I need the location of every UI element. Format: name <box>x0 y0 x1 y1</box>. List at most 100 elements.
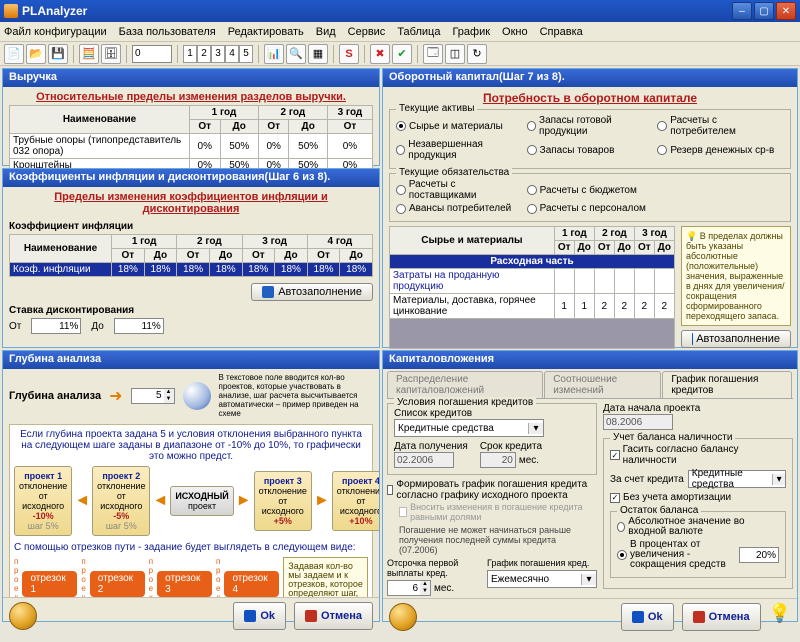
pct-input[interactable] <box>739 547 779 563</box>
project-box-current: ИСХОДНЫЙпроект <box>170 486 233 516</box>
tool-new[interactable]: 📄 <box>4 44 24 64</box>
tool-undo[interactable]: ✖ <box>370 44 390 64</box>
opt-supp[interactable]: Расчеты с поставщиками <box>396 179 523 201</box>
tool-db[interactable]: 🗄 <box>101 44 121 64</box>
pane-capital-title: Капиталовложения <box>383 351 797 369</box>
credit-select[interactable]: Кредитные средства <box>394 419 544 437</box>
help-icon[interactable]: 💡 <box>769 603 791 631</box>
tab-ratio[interactable]: Соотношение изменений <box>544 371 661 398</box>
cancel-button[interactable]: Отмена <box>294 602 373 630</box>
menubar: Файл конфигурации База пользователя Реда… <box>0 22 800 42</box>
wc-tip: 💡 В пределах должны быть указаны абсолют… <box>681 226 791 326</box>
opt-raw[interactable]: Сырье и материалы <box>396 115 523 137</box>
wc-autofill-button[interactable]: Автозаполнение <box>681 330 791 348</box>
app-icon <box>4 4 18 18</box>
tool-table[interactable]: ▦ <box>308 44 328 64</box>
menu-service[interactable]: Сервис <box>348 26 386 38</box>
close-button[interactable]: ✕ <box>776 2 796 20</box>
tool-chart[interactable]: 📊 <box>264 44 284 64</box>
tool-font[interactable]: S <box>339 44 359 64</box>
cap-ok-button[interactable]: Ok <box>621 603 674 631</box>
pane-depth-title: Глубина анализа <box>3 351 379 369</box>
chk-form-schedule[interactable]: Формировать график погашения кредита сог… <box>387 479 597 501</box>
pane-wc-title: Оборотный капитал(Шаг 7 из 8). <box>383 69 797 87</box>
menu-chart[interactable]: График <box>452 26 490 38</box>
tab-distribution[interactable]: Распределение капиталовложений <box>387 371 543 398</box>
maximize-button[interactable]: ▢ <box>754 2 774 20</box>
opt-wip[interactable]: Незавершенная продукция <box>396 139 523 161</box>
tool-page-numbers[interactable]: 12345 <box>183 45 253 63</box>
tool-cascade[interactable]: 🗔 <box>423 44 443 64</box>
opt-cash[interactable]: Резерв денежных ср-в <box>657 139 784 161</box>
opt-budget[interactable]: Расчеты с бюджетом <box>527 179 654 201</box>
account-select[interactable]: Кредитные средства <box>688 470 786 488</box>
tool-refresh[interactable]: ↻ <box>467 44 487 64</box>
table-row: Затраты на проданную продукцию <box>390 269 675 294</box>
opt-cust[interactable]: Расчеты с потребителем <box>657 115 784 137</box>
schedule-select[interactable]: Ежемесячно <box>487 570 597 588</box>
tool-open[interactable]: 📂 <box>26 44 46 64</box>
toolbar: 📄 📂 💾 🧮 🗄 0 12345 📊 🔍 ▦ S ✖ ✔ 🗔 ◫ ↻ <box>0 42 800 66</box>
check-icon <box>632 611 644 623</box>
menu-file[interactable]: Файл конфигурации <box>4 26 107 38</box>
arrow-icon: ➜ <box>109 386 122 406</box>
opt-ready[interactable]: Запасы готовой продукции <box>527 115 654 137</box>
menu-help[interactable]: Справка <box>540 26 583 38</box>
table-row: Коэф. инфляции 18%18% 18%18% 18%18% 18%1… <box>10 263 373 277</box>
pane-capital: Капиталовложения Распределение капиталов… <box>382 350 798 622</box>
menu-edit[interactable]: Редактировать <box>228 26 304 38</box>
tool-calc[interactable]: 🧮 <box>79 44 99 64</box>
chk-balance[interactable]: Гасить согласно балансу наличности <box>610 444 786 466</box>
ok-button[interactable]: Ok <box>233 602 286 630</box>
segment: отрезок 4 <box>224 571 279 597</box>
revenue-header: Относительные пределы изменения разделов… <box>9 91 373 103</box>
offset-input[interactable]: ▲▼ <box>387 580 431 596</box>
project-box: проект 4отклонениеот исходного+10% <box>332 471 379 531</box>
seg-note: С помощью отрезков пути - задание будет … <box>14 542 368 553</box>
autofill-icon <box>262 286 274 298</box>
tool-save[interactable]: 💾 <box>48 44 68 64</box>
inflation-grid[interactable]: Наименование 1 год2 год 3 год4 год ОтДо … <box>9 234 373 277</box>
coin-icon <box>389 603 417 631</box>
opt-abs[interactable]: Абсолютное значение во входной валюте <box>617 517 779 537</box>
opt-staff[interactable]: Расчеты с персоналом <box>527 203 654 214</box>
table-row: Материалы, доставка, горячее цинкование1… <box>390 294 675 319</box>
cap-cancel-button[interactable]: Отмена <box>682 603 761 631</box>
pane-working-capital: Оборотный капитал(Шаг 7 из 8). Потребнос… <box>382 68 798 348</box>
app-title: PLAnalyzer <box>22 4 732 18</box>
discount-to-input[interactable] <box>114 318 164 334</box>
tool-zoom[interactable]: 🔍 <box>286 44 306 64</box>
pane-depth: Глубина анализа Глубина анализа ➜ ▲▼ В т… <box>2 350 380 622</box>
pane-revenue: Выручка Относительные пределы изменения … <box>2 68 380 166</box>
depth-label: Глубина анализа <box>9 390 101 402</box>
tool-redo[interactable]: ✔ <box>392 44 412 64</box>
menu-window[interactable]: Окно <box>502 26 528 38</box>
tool-spin[interactable]: 0 <box>132 45 172 63</box>
tab-schedule[interactable]: График погашения кредитов <box>662 371 792 398</box>
menu-table[interactable]: Таблица <box>397 26 440 38</box>
opt-goods[interactable]: Запасы товаров <box>527 139 654 161</box>
opt-pct[interactable]: В процентах от увеличения - сокращения с… <box>617 540 735 570</box>
discount-from-input[interactable] <box>31 318 81 334</box>
inflation-header: Пределы изменения коэффициентов инфляции… <box>9 191 373 215</box>
opt-advance[interactable]: Авансы потребителей <box>396 203 523 214</box>
segment: отрезок 3 <box>157 571 212 597</box>
coin-icon <box>9 602 37 630</box>
chk-amort[interactable]: Без учета амортизации <box>610 492 786 503</box>
term-field <box>480 452 516 468</box>
project-box: проект 1отклонениеот исходного-10%шаг 5% <box>14 466 72 536</box>
minimize-button[interactable]: – <box>732 2 752 20</box>
depth-desc: Если глубина проекта задана 5 и условия … <box>14 429 368 462</box>
pane-revenue-title: Выручка <box>3 69 379 87</box>
seg-tip: Задавая кол-во мы задаем и к отрезков, к… <box>283 557 368 597</box>
depth-input[interactable]: ▲▼ <box>131 388 175 404</box>
wc-grid[interactable]: Сырье и материалы1 год2 год3 год ОтДоОтД… <box>389 226 675 349</box>
check-icon <box>244 610 256 622</box>
menu-userdb[interactable]: База пользователя <box>119 26 216 38</box>
chk-equal: Вносить изменения в погашение кредита ра… <box>399 502 597 522</box>
menu-view[interactable]: Вид <box>316 26 336 38</box>
date-field <box>394 452 454 468</box>
pane-inflation-title: Коэффициенты инфляции и дисконтирования(… <box>3 169 379 187</box>
autofill-button[interactable]: Автозаполнение <box>251 283 373 301</box>
tool-tile[interactable]: ◫ <box>445 44 465 64</box>
